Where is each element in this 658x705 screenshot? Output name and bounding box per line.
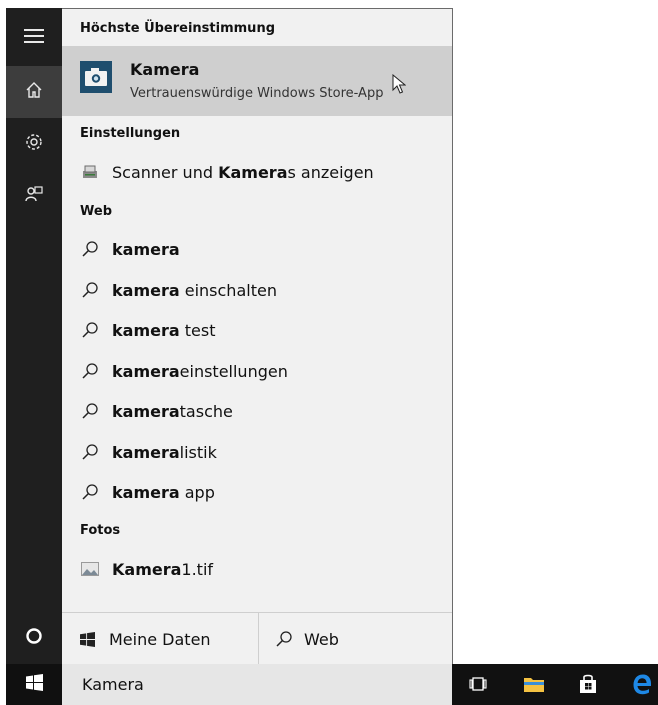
windows-logo-icon [25,674,43,695]
windows-logo-icon [80,631,95,647]
search-icon [80,401,100,421]
settings-result-suffix: s anzeigen [287,162,374,182]
search-icon [80,320,100,340]
scanner-icon [80,162,100,182]
feedback-icon [25,185,43,207]
settings-result-bold: Kamera [218,162,288,182]
search-icon [80,482,100,502]
best-match-title: Kamera [130,60,200,79]
photo-result-bold: Kamera [112,559,182,579]
web-filter[interactable]: Web [276,613,339,665]
best-match-subtitle: Vertrauenswürdige Windows Store-App [130,86,384,101]
settings-header: Einstellungen [80,126,181,141]
best-match-header: Höchste Übereinstimmung [80,21,275,36]
web-result-bold: kamera [112,239,180,259]
hamburger-icon [24,28,44,48]
web-result[interactable]: kamera app [62,473,452,511]
mouse-cursor-icon [392,73,407,98]
web-result[interactable]: kamera [62,230,452,268]
search-icon [80,361,100,381]
photos-header: Fotos [80,523,121,538]
edge-icon[interactable] [630,672,654,696]
web-result-rest: listik [179,442,217,462]
filter-bar: Meine Daten Web [62,612,452,665]
web-header: Web [80,204,112,219]
my-stuff-label: Meine Daten [109,629,211,649]
results-panel: Höchste Übereinstimmung Kamera Vertrauen… [62,8,453,665]
web-filter-label: Web [304,629,339,649]
web-result-bold: kamera [112,320,180,340]
start-button[interactable] [6,664,62,705]
my-stuff-filter[interactable]: Meine Daten [80,613,211,665]
web-result[interactable]: kamera listik [62,433,452,471]
settings-result-scanner[interactable]: Scanner und Kamera s anzeigen [62,153,452,191]
menu-button[interactable] [6,12,62,64]
task-view-icon[interactable] [466,672,490,696]
web-result-bold: kamera [112,280,180,300]
image-icon [80,559,100,579]
home-button[interactable] [6,66,62,118]
settings-result-prefix: Scanner und [112,162,219,182]
filter-divider [258,613,259,665]
search-icon [80,280,100,300]
cortana-button[interactable] [6,612,62,664]
search-icon [80,442,100,462]
search-box[interactable] [62,664,452,705]
web-result-bold: kamera [112,361,180,381]
circle-icon [25,627,43,649]
settings-button[interactable] [6,118,62,170]
gear-icon [25,133,43,155]
web-result-rest: tasche [179,401,233,421]
web-result-rest: einstellungen [179,361,288,381]
search-input[interactable] [80,674,424,695]
home-icon [25,81,43,103]
windows-search-flyout: Höchste Übereinstimmung Kamera Vertrauen… [0,0,658,705]
web-result-rest: einschalten [179,280,277,300]
web-result-rest: app [179,482,215,502]
web-result-bold: kamera [112,401,180,421]
camera-icon [80,61,112,93]
web-result[interactable]: kamera einstellungen [62,352,452,390]
search-icon [80,239,100,259]
best-match-item[interactable]: Kamera Vertrauenswürdige Windows Store-A… [62,46,452,116]
web-result[interactable]: kamera tasche [62,392,452,430]
web-result-bold: kamera [112,442,180,462]
web-result[interactable]: kamera test [62,311,452,349]
store-icon[interactable] [576,672,600,696]
file-explorer-icon[interactable] [522,672,546,696]
web-result-rest: test [179,320,216,340]
photo-result[interactable]: Kamera 1.tif [62,550,452,588]
photo-result-rest: 1.tif [181,559,214,579]
web-result-bold: kamera [112,482,180,502]
taskbar [452,664,658,705]
feedback-button[interactable] [6,170,62,222]
web-result[interactable]: kamera einschalten [62,271,452,309]
search-icon [276,631,292,647]
left-rail [6,8,62,705]
